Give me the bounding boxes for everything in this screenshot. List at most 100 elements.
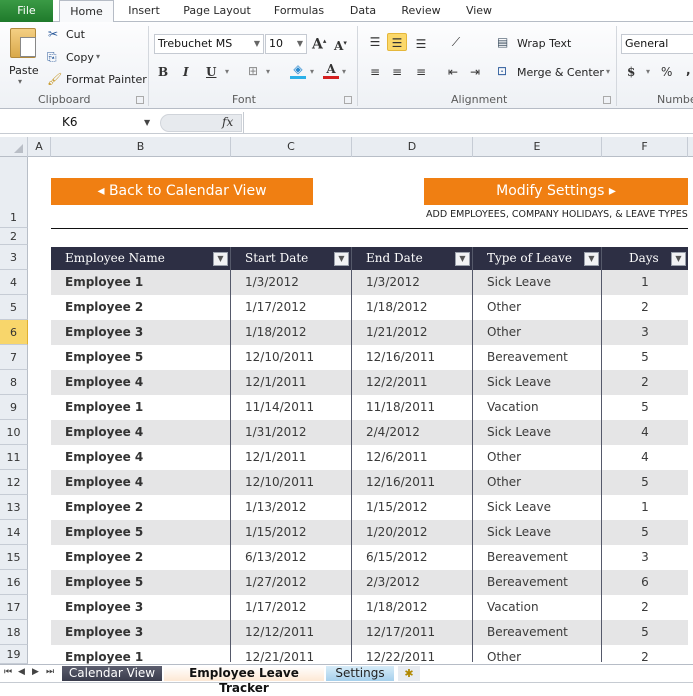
cell-days[interactable]: 2 — [602, 295, 688, 320]
cell-employee-name[interactable]: Employee 5 — [51, 345, 143, 370]
cell-employee-name[interactable]: Employee 5 — [51, 520, 143, 545]
cell-employee-name[interactable]: Employee 2 — [51, 295, 143, 320]
cell-end-date[interactable]: 11/18/2011 — [352, 395, 435, 420]
cell-days[interactable]: 1 — [602, 270, 688, 295]
cell-start-date[interactable]: 12/12/2011 — [231, 620, 314, 645]
cell-employee-name[interactable]: Employee 4 — [51, 370, 143, 395]
name-box[interactable]: K6 — [0, 112, 158, 133]
align-bottom-button[interactable]: ☰ — [411, 35, 431, 53]
cell-employee-name[interactable]: Employee 5 — [51, 570, 143, 595]
tab-data[interactable]: Data — [340, 0, 386, 22]
first-sheet-icon[interactable]: ⏮ — [4, 667, 12, 677]
tab-insert[interactable]: Insert — [122, 0, 166, 22]
column-header-c[interactable]: C — [231, 137, 352, 157]
underline-dropdown-icon[interactable]: ▾ — [225, 67, 229, 76]
tab-home[interactable]: Home — [59, 0, 114, 23]
column-header-a[interactable]: A — [28, 137, 51, 157]
cell-end-date[interactable]: 2/3/2012 — [352, 570, 420, 595]
name-box-dropdown-icon[interactable]: ▼ — [144, 112, 150, 133]
cell-end-date[interactable]: 1/3/2012 — [352, 270, 420, 295]
row-header-16[interactable]: 16 — [0, 570, 28, 595]
number-format-select[interactable]: General — [621, 34, 693, 54]
cell-days[interactable]: 2 — [602, 370, 688, 395]
cell-employee-name[interactable]: Employee 2 — [51, 545, 143, 570]
cell-employee-name[interactable]: Employee 1 — [51, 270, 143, 295]
cell-start-date[interactable]: 1/13/2012 — [231, 495, 307, 520]
row-header-14[interactable]: 14 — [0, 520, 28, 545]
cell-type-of-leave[interactable]: Sick Leave — [473, 370, 551, 395]
cell-type-of-leave[interactable]: Other — [473, 295, 521, 320]
cell-type-of-leave[interactable]: Other — [473, 470, 521, 495]
merge-dropdown-icon[interactable]: ▾ — [606, 67, 610, 76]
cell-days[interactable]: 4 — [602, 420, 688, 445]
insert-function-button[interactable]: fx — [222, 112, 233, 133]
borders-dropdown-icon[interactable]: ▾ — [266, 67, 270, 76]
cell-employee-name[interactable]: Employee 3 — [51, 620, 143, 645]
cell-start-date[interactable]: 6/13/2012 — [231, 545, 307, 570]
column-header-f[interactable]: F — [602, 137, 688, 157]
tab-review[interactable]: Review — [394, 0, 448, 22]
cell-employee-name[interactable]: Employee 4 — [51, 420, 143, 445]
cell-employee-name[interactable]: Employee 2 — [51, 495, 143, 520]
row-header-8[interactable]: 8 — [0, 370, 28, 395]
font-color-icon[interactable]: A — [323, 62, 339, 79]
cell-start-date[interactable]: 1/27/2012 — [231, 570, 307, 595]
cell-type-of-leave[interactable]: Bereavement — [473, 345, 568, 370]
copy-dropdown-icon[interactable]: ▾ — [96, 52, 100, 61]
row-header-15[interactable]: 15 — [0, 545, 28, 570]
row-header-4[interactable]: 4 — [0, 270, 28, 295]
grow-font-icon[interactable]: A▴ — [312, 36, 326, 53]
row-header-10[interactable]: 10 — [0, 420, 28, 445]
select-all-button[interactable] — [0, 137, 28, 157]
filter-dropdown-icon[interactable]: ▼ — [584, 252, 599, 266]
next-sheet-icon[interactable]: ▶ — [32, 667, 39, 677]
cell-end-date[interactable]: 2/4/2012 — [352, 420, 420, 445]
row-header-2[interactable]: 2 — [0, 228, 28, 245]
column-header-b[interactable]: B — [51, 137, 231, 157]
sheet-tab-settings[interactable]: Settings — [326, 666, 394, 681]
cell-type-of-leave[interactable]: Sick Leave — [473, 270, 551, 295]
cell-days[interactable]: 5 — [602, 395, 688, 420]
cell-end-date[interactable]: 12/2/2011 — [352, 370, 428, 395]
column-header-d[interactable]: D — [352, 137, 473, 157]
fill-color-icon[interactable]: ◈ — [290, 62, 306, 79]
cell-start-date[interactable]: 1/17/2012 — [231, 595, 307, 620]
row-header-13[interactable]: 13 — [0, 495, 28, 520]
cell-end-date[interactable]: 1/18/2012 — [352, 595, 428, 620]
cell-employee-name[interactable]: Employee 1 — [51, 395, 143, 420]
align-middle-button[interactable]: ☰ — [387, 33, 407, 51]
currency-button[interactable]: $ — [627, 65, 635, 79]
cell-type-of-leave[interactable]: Sick Leave — [473, 420, 551, 445]
font-size-select[interactable]: 10 ▼ — [265, 34, 307, 54]
cell-days[interactable]: 2 — [602, 595, 688, 620]
cell-end-date[interactable]: 12/16/2011 — [352, 470, 435, 495]
align-left-button[interactable]: ≡ — [365, 63, 385, 81]
row-header-17[interactable]: 17 — [0, 595, 28, 620]
cell-type-of-leave[interactable]: Other — [473, 445, 521, 470]
italic-button[interactable]: I — [183, 65, 189, 79]
cell-start-date[interactable]: 1/17/2012 — [231, 295, 307, 320]
cell-type-of-leave[interactable]: Bereavement — [473, 570, 568, 595]
cell-days[interactable]: 5 — [602, 345, 688, 370]
cell-employee-name[interactable]: Employee 4 — [51, 445, 143, 470]
cell-type-of-leave[interactable]: Other — [473, 320, 521, 345]
cell-type-of-leave[interactable]: Sick Leave — [473, 495, 551, 520]
align-top-button[interactable]: ☰ — [365, 33, 385, 51]
row-header-11[interactable]: 11 — [0, 445, 28, 470]
borders-icon[interactable]: ⊞ — [248, 64, 258, 78]
shrink-font-icon[interactable]: A▾ — [334, 38, 347, 53]
row-header-19[interactable]: 19 — [0, 645, 28, 664]
cell-end-date[interactable]: 6/15/2012 — [352, 545, 428, 570]
formula-input[interactable] — [243, 112, 693, 133]
cell-type-of-leave[interactable]: Sick Leave — [473, 520, 551, 545]
cell-employee-name[interactable]: Employee 4 — [51, 470, 143, 495]
cell-start-date[interactable]: 11/14/2011 — [231, 395, 314, 420]
cell-type-of-leave[interactable]: Vacation — [473, 395, 539, 420]
row-header-1[interactable]: 1 — [0, 157, 28, 228]
filter-dropdown-icon[interactable]: ▼ — [455, 252, 470, 266]
cell-days[interactable]: 1 — [602, 495, 688, 520]
row-header-18[interactable]: 18 — [0, 620, 28, 645]
font-color-dropdown-icon[interactable]: ▾ — [342, 67, 346, 76]
row-header-3[interactable]: 3 — [0, 245, 28, 270]
cell-end-date[interactable]: 1/18/2012 — [352, 295, 428, 320]
